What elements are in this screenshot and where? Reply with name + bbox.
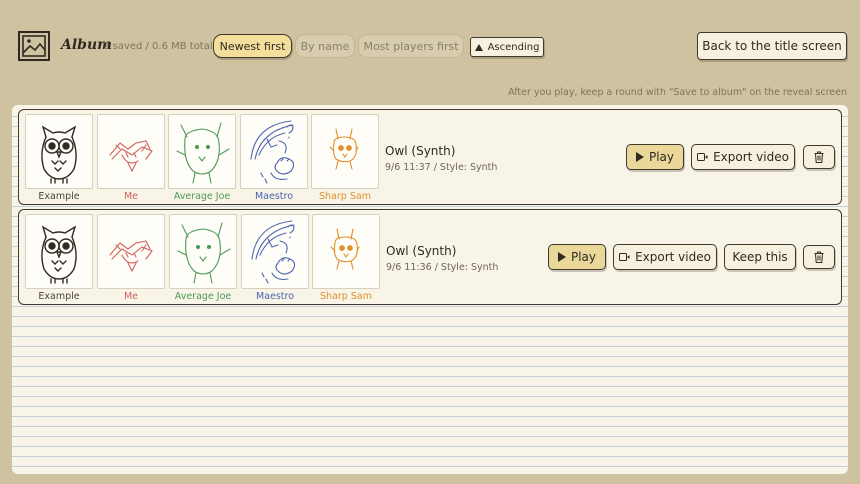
player-name: Sharp Sam [319, 191, 371, 202]
player-name: Me [123, 191, 139, 202]
me-drawing [98, 215, 164, 288]
average-joe-drawing [169, 115, 235, 188]
entry-meta: 9/6 11:36 / Style: Synth [386, 262, 499, 273]
drawing-thumbnail[interactable]: Example [25, 214, 93, 302]
export-video-button[interactable]: Export video [613, 244, 717, 270]
save-hint: After you play, keep a round with "Save … [508, 87, 847, 98]
owl-drawing [26, 215, 92, 288]
triangle-up-icon [474, 43, 483, 51]
album-entry: Example Me Average Joe Maestro Sharp Sam… [18, 209, 842, 305]
sort-by-name-button[interactable]: By name [295, 34, 355, 58]
sort-newest-button[interactable]: Newest first [213, 34, 292, 58]
delete-button[interactable] [803, 145, 835, 169]
video-camera-icon [619, 253, 630, 261]
play-label: Play [648, 150, 675, 164]
video-camera-icon [697, 153, 708, 161]
drawing-thumbnail[interactable]: Example [25, 114, 93, 202]
play-triangle-icon [557, 252, 566, 262]
player-name: Maestro [254, 191, 294, 202]
player-name: Example [38, 291, 80, 302]
play-button[interactable]: Play [626, 144, 684, 170]
export-video-label: Export video [635, 250, 711, 264]
trash-icon [814, 251, 824, 263]
player-name: Me [123, 291, 139, 302]
album-count: 2 saved / 0.6 MB total [103, 41, 213, 52]
player-name: Example [38, 191, 80, 202]
picture-frame-icon [18, 31, 50, 61]
drawing-thumbnail[interactable]: Sharp Sam [311, 114, 379, 202]
maestro-drawing [241, 115, 307, 188]
drawing-thumbnail[interactable]: Average Joe [168, 114, 236, 202]
back-to-title-button[interactable]: Back to the title screen [697, 32, 847, 60]
play-button[interactable]: Play [548, 244, 606, 270]
maestro-drawing [242, 215, 308, 288]
export-video-button[interactable]: Export video [691, 144, 795, 170]
play-triangle-icon [635, 152, 644, 162]
player-name: Average Joe [174, 291, 232, 302]
owl-drawing [26, 115, 92, 188]
delete-button[interactable] [803, 245, 835, 269]
album-header: Album 2 saved / 0.6 MB total Newest firs… [0, 0, 860, 100]
sort-order-label: Ascending [487, 41, 540, 53]
drawing-thumbnail[interactable]: Sharp Sam [312, 214, 380, 302]
player-name: Maestro [255, 291, 295, 302]
entry-title: Owl (Synth) [385, 144, 456, 158]
sharp-sam-drawing [312, 115, 378, 188]
drawing-thumbnail[interactable]: Maestro [241, 214, 309, 302]
entry-meta: 9/6 11:37 / Style: Synth [385, 162, 498, 173]
export-video-label: Export video [713, 150, 789, 164]
sort-order-button[interactable]: Ascending [470, 37, 544, 57]
drawing-thumbnail[interactable]: Me [97, 114, 165, 202]
album-entry: Example Me Average Joe Maestro Sharp Sam… [18, 109, 842, 205]
average-joe-drawing [170, 215, 236, 288]
me-drawing [98, 115, 164, 188]
keep-this-button[interactable]: Keep this [724, 244, 796, 270]
album-list: Example Me Average Joe Maestro Sharp Sam… [12, 105, 848, 474]
drawing-thumbnail[interactable]: Average Joe [169, 214, 237, 302]
drawing-thumbnail[interactable]: Me [97, 214, 165, 302]
entry-title: Owl (Synth) [386, 244, 457, 258]
drawing-thumbnail[interactable]: Maestro [240, 114, 308, 202]
player-name: Average Joe [173, 191, 231, 202]
sort-most-players-button[interactable]: Most players first [358, 34, 464, 58]
trash-icon [814, 151, 824, 163]
play-label: Play [570, 250, 597, 264]
player-name: Sharp Sam [320, 291, 372, 302]
sharp-sam-drawing [313, 215, 379, 288]
